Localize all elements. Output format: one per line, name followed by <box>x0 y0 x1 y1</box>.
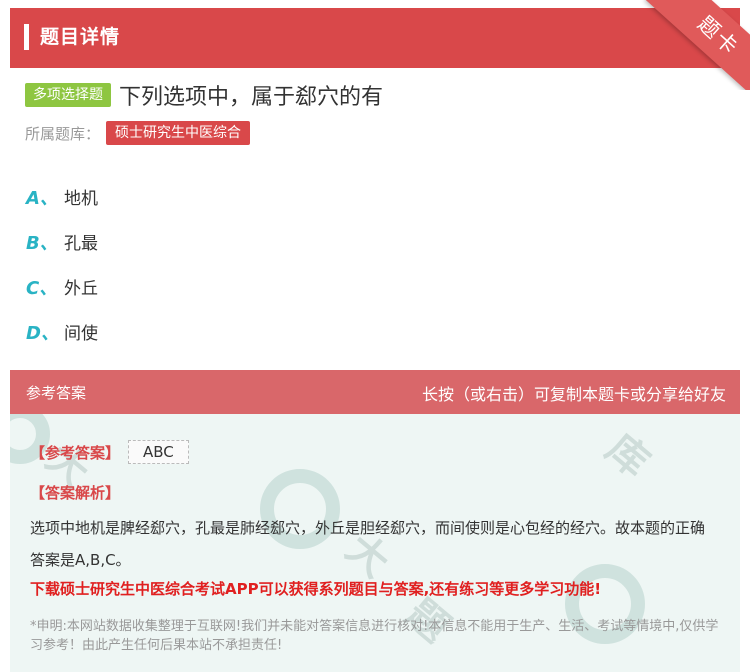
options-list: A、 地机 B、 孔最 C、 外丘 D、 间使 <box>26 174 98 354</box>
question-row: 多项选择题 下列选项中，属于郄穴的有 <box>25 80 383 110</box>
header-accent-bar <box>24 24 29 50</box>
answer-header: 参考答案 长按（或右击）可复制本题卡或分享给好友 <box>10 370 740 414</box>
option-text: 孔最 <box>64 234 98 254</box>
corner-ribbon: 题卡 <box>640 0 750 90</box>
page-header: 题目详情 <box>10 8 740 68</box>
option-letter: A、 <box>26 187 58 209</box>
download-promo[interactable]: 下载硕士研究生中医综合考试APP可以获得系列题目与答案,还有练习等更多学习功能! <box>30 578 601 599</box>
option-text: 地机 <box>64 189 98 209</box>
bank-label: 所属题库： <box>25 124 101 143</box>
bank-name-badge[interactable]: 硕士研究生中医综合 <box>106 121 251 145</box>
question-type-badge: 多项选择题 <box>25 83 111 107</box>
reference-answer-label: 【参考答案】 <box>30 443 121 462</box>
question-bank-row: 所属题库： 硕士研究生中医综合 <box>25 121 251 145</box>
watermark-glyph: 库 <box>597 425 658 487</box>
analysis-label: 【答案解析】 <box>30 484 121 502</box>
share-hint: 长按（或右击）可复制本题卡或分享给好友 <box>421 385 726 404</box>
answer-header-title: 参考答案 <box>26 384 87 402</box>
page-title: 题目详情 <box>40 26 121 48</box>
option-d[interactable]: D、 间使 <box>26 309 98 354</box>
answer-body: 大 大 库 题 【参考答案】 ABC 【答案解析】 选项中地机是脾经郄穴，孔最是… <box>10 414 740 672</box>
option-text: 间使 <box>64 324 98 344</box>
option-a[interactable]: A、 地机 <box>26 174 98 219</box>
reference-answer-value: ABC <box>128 440 189 464</box>
reference-answer-row: 【参考答案】 ABC <box>30 440 189 464</box>
question-title: 下列选项中，属于郄穴的有 <box>119 85 384 110</box>
disclaimer-text: *申明:本网站数据收集整理于互联网!我们并未能对答案信息进行核对!本信息不能用于… <box>30 619 719 653</box>
option-letter: C、 <box>26 277 58 299</box>
option-letter: D、 <box>26 322 59 344</box>
option-text: 外丘 <box>64 279 98 299</box>
option-b[interactable]: B、 孔最 <box>26 219 98 264</box>
analysis-text: 选项中地机是脾经郄穴，孔最是肺经郄穴，外丘是胆经郄穴，而间使则是心包经的经穴。故… <box>30 519 706 569</box>
option-c[interactable]: C、 外丘 <box>26 264 98 309</box>
option-letter: B、 <box>26 232 58 254</box>
